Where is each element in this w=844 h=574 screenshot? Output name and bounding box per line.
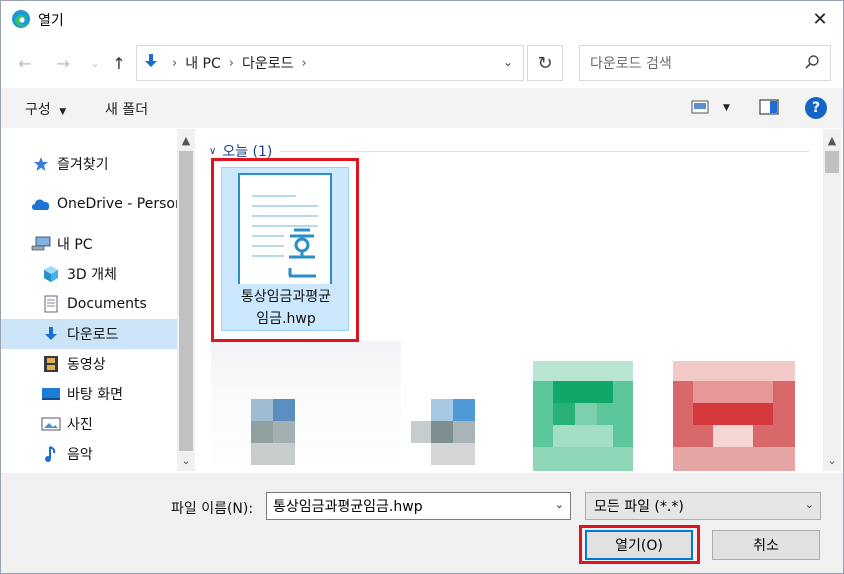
- view-options-dropdown[interactable]: ▼: [723, 103, 730, 113]
- sidebar-item-downloads[interactable]: 다운로드: [1, 319, 177, 349]
- highlight-box: [211, 158, 359, 342]
- recent-locations-button[interactable]: ⌄: [83, 51, 107, 75]
- address-bar[interactable]: › 내 PC › 다운로드 › ⌄: [136, 45, 524, 81]
- blurred-thumbnail: [211, 341, 401, 471]
- window-title: 열기: [38, 13, 64, 29]
- chevron-down-icon: ∨: [209, 145, 217, 157]
- title-bar: 열기 ✕: [1, 1, 843, 37]
- refresh-button[interactable]: ↻: [527, 45, 563, 81]
- sidebar-item-label: 사진: [67, 417, 93, 433]
- chevron-down-icon: ⌄: [90, 56, 100, 70]
- music-icon: [41, 444, 61, 464]
- filetype-value: 모든 파일 (*.*): [594, 499, 684, 515]
- sidebar-item-onedrive[interactable]: OneDrive - Person: [31, 189, 184, 219]
- highlight-box: [579, 525, 700, 564]
- sidebar-item-3d-objects[interactable]: 3D 개체: [41, 259, 117, 289]
- filename-input[interactable]: 통상임금과평균임금.hwp ⌄: [266, 492, 571, 520]
- sidebar-item-label: 즐겨찾기: [57, 157, 109, 173]
- preview-pane-button[interactable]: [759, 98, 779, 120]
- chevron-down-icon: ⌄: [804, 498, 814, 511]
- preview-pane-icon: [759, 99, 779, 115]
- navigation-pane-scrollbar[interactable]: ▲ ⌄: [177, 129, 195, 471]
- star-icon: [31, 154, 51, 174]
- up-button[interactable]: ↑: [107, 51, 131, 75]
- desktop-icon: [41, 384, 61, 404]
- blurred-thumbnail: [411, 361, 511, 471]
- cloud-icon: [31, 194, 51, 214]
- chevron-down-icon[interactable]: ⌄: [555, 498, 564, 511]
- back-arrow-icon: ←: [18, 53, 32, 73]
- sidebar-item-label: OneDrive - Person: [57, 196, 184, 212]
- help-icon[interactable]: ?: [805, 97, 827, 119]
- refresh-icon: ↻: [537, 52, 553, 74]
- search-box[interactable]: 다운로드 검색: [579, 45, 831, 81]
- up-arrow-icon: ↑: [112, 53, 126, 73]
- caret-down-icon: ▼: [723, 103, 730, 113]
- edge-browser-icon: [11, 9, 31, 29]
- close-icon: ✕: [812, 8, 828, 30]
- new-folder-button[interactable]: 새 폴더: [105, 99, 148, 119]
- dialog-footer: 파일 이름(N): 통상임금과평균임금.hwp ⌄ 모든 파일 (*.*) ⌄ …: [1, 473, 843, 573]
- sidebar-item-pictures[interactable]: 사진: [41, 409, 93, 439]
- sidebar-item-documents[interactable]: Documents: [41, 289, 147, 319]
- breadcrumb-separator-icon: ›: [301, 55, 307, 71]
- address-dropdown-icon[interactable]: ⌄: [503, 55, 513, 69]
- document-icon: [41, 294, 61, 314]
- scrollbar-thumb[interactable]: [179, 151, 193, 451]
- cube-icon: [41, 264, 61, 284]
- organize-menu-button[interactable]: 구성 ▼: [25, 99, 66, 119]
- filetype-select[interactable]: 모든 파일 (*.*) ⌄: [585, 492, 821, 520]
- breadcrumb-this-pc[interactable]: 내 PC: [185, 53, 221, 73]
- view-icon: [691, 100, 709, 114]
- blurred-thumbnail: [673, 361, 795, 471]
- search-icon: [804, 54, 820, 74]
- open-file-dialog: 열기 ✕ ← → ⌄ ↑ › 내 PC › 다운로드 › ⌄ ↻ 다운로드 검색…: [0, 0, 844, 574]
- computer-icon: [31, 234, 51, 254]
- cancel-button-label: 취소: [753, 538, 779, 554]
- sidebar-item-this-pc[interactable]: 내 PC: [31, 229, 93, 259]
- back-button[interactable]: ←: [13, 51, 37, 75]
- breadcrumb-separator-icon: ›: [172, 55, 178, 71]
- caret-down-icon: ▼: [59, 107, 67, 117]
- sidebar-item-label: 3D 개체: [67, 267, 117, 283]
- sidebar-item-label: 음악: [67, 447, 93, 463]
- navigation-pane: 즐겨찾기 OneDrive - Person 내 PC 3D 개체 Docume…: [1, 129, 197, 471]
- sidebar-item-favorites[interactable]: 즐겨찾기: [31, 149, 109, 179]
- sidebar-item-videos[interactable]: 동영상: [41, 349, 106, 379]
- file-list-scrollbar[interactable]: ▲ ⌄: [823, 129, 841, 471]
- filename-value: 통상임금과평균임금.hwp: [273, 499, 423, 515]
- sidebar-item-desktop[interactable]: 바탕 화면: [41, 379, 123, 409]
- search-input[interactable]: 다운로드 검색: [590, 53, 672, 73]
- download-folder-icon: [142, 52, 164, 74]
- sidebar-item-label: 다운로드: [67, 327, 119, 343]
- scroll-down-icon[interactable]: ⌄: [823, 451, 841, 469]
- close-button[interactable]: ✕: [797, 1, 843, 37]
- filename-label: 파일 이름(N):: [171, 501, 254, 517]
- new-folder-label: 새 폴더: [105, 102, 149, 118]
- sidebar-item-music[interactable]: 음악: [41, 439, 93, 469]
- sidebar-item-label: 바탕 화면: [67, 387, 123, 403]
- command-bar: 구성 ▼ 새 폴더 ▼ ?: [1, 88, 843, 128]
- blurred-thumbnail: [533, 361, 633, 471]
- scroll-down-icon[interactable]: ⌄: [177, 451, 195, 469]
- sidebar-item-label: 내 PC: [57, 237, 93, 253]
- forward-button[interactable]: →: [51, 51, 75, 75]
- film-icon: [41, 354, 61, 374]
- breadcrumb-separator-icon: ›: [228, 55, 234, 71]
- sidebar-item-label: 동영상: [67, 357, 106, 373]
- navigation-bar: ← → ⌄ ↑ › 내 PC › 다운로드 › ⌄ ↻ 다운로드 검색: [1, 41, 843, 85]
- picture-icon: [41, 414, 61, 434]
- forward-arrow-icon: →: [56, 53, 70, 73]
- download-icon: [41, 324, 61, 344]
- scrollbar-thumb[interactable]: [825, 151, 839, 173]
- change-view-button[interactable]: [691, 98, 711, 120]
- group-divider: [280, 150, 809, 152]
- organize-label: 구성: [25, 102, 51, 118]
- scroll-up-icon[interactable]: ▲: [823, 131, 841, 149]
- cancel-button[interactable]: 취소: [712, 530, 820, 560]
- breadcrumb-downloads[interactable]: 다운로드: [242, 53, 294, 73]
- scroll-up-icon[interactable]: ▲: [177, 131, 195, 149]
- sidebar-item-label: Documents: [67, 296, 147, 312]
